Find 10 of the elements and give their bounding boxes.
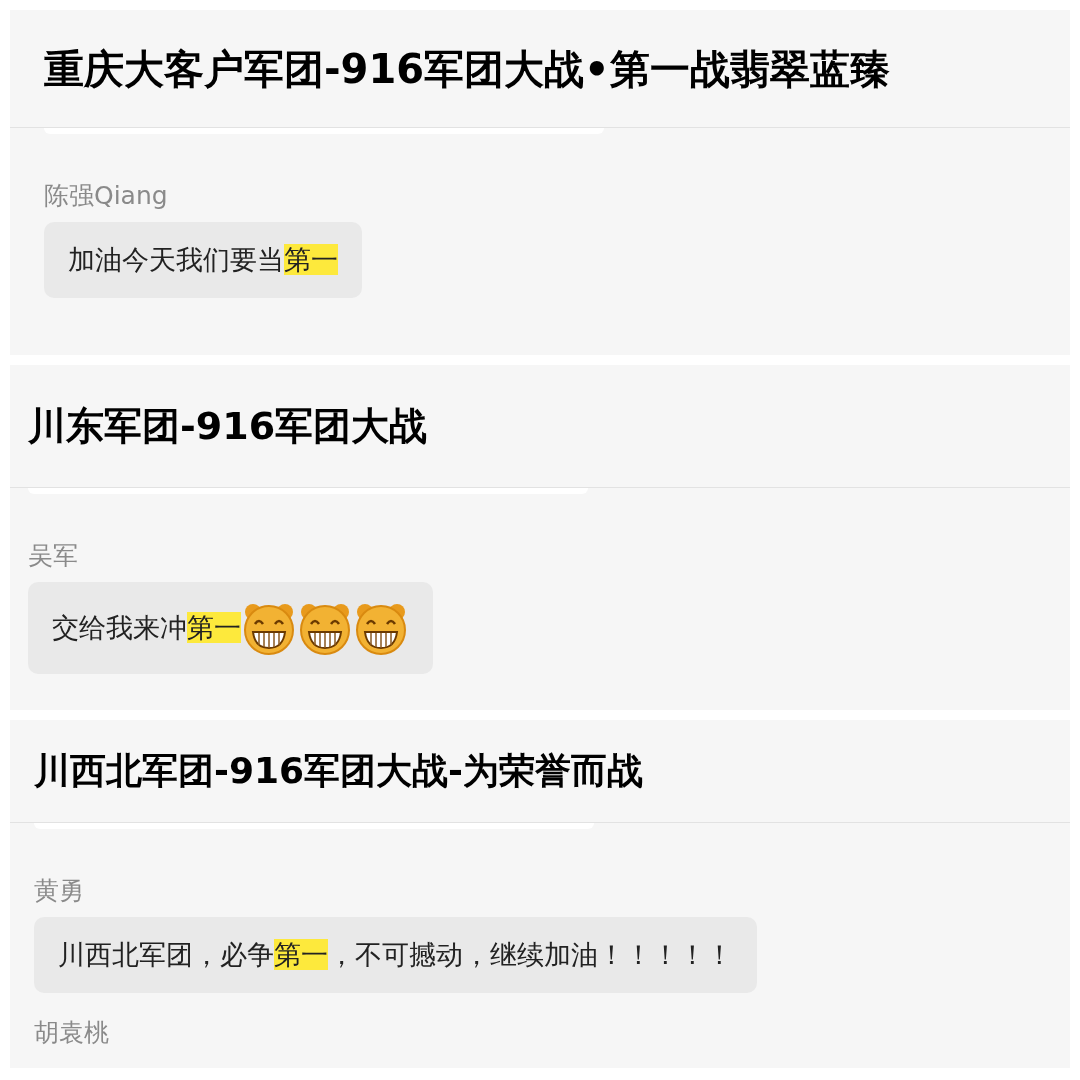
group-title: 川西北军团-916军团大战-为荣誉而战 <box>34 749 644 793</box>
sender-name: 胡袁桃 <box>34 1017 110 1049</box>
sender-name: 黄勇 <box>34 875 85 907</box>
sender-name: 吴军 <box>28 540 79 572</box>
sender-name: 陈强Qiang <box>44 180 169 212</box>
message-text: 加油今天我们要当第一 <box>68 243 338 277</box>
group-title: 川东军团-916军团大战 <box>28 402 428 450</box>
group-title: 重庆大客户军团-916军团大战•第一战翡翠蓝臻 <box>44 44 890 94</box>
message-text: 川西北军团，必争第一，不可撼动，继续加油！！！！！ <box>58 938 733 972</box>
message-text: 交给我来冲第一 <box>52 611 241 645</box>
